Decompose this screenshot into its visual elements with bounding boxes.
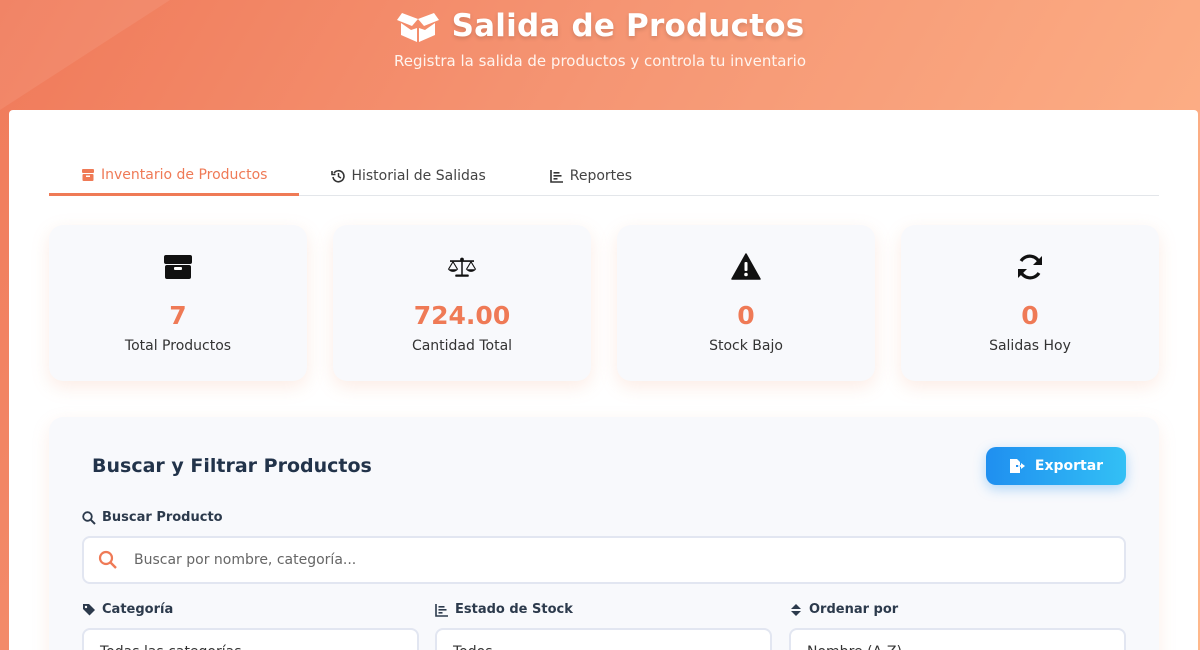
tab-historial[interactable]: Historial de Salidas	[299, 156, 517, 196]
history-icon	[331, 169, 346, 183]
balance-scale-icon	[447, 257, 477, 277]
stat-cantidad-total: 724.00 Cantidad Total	[333, 225, 591, 381]
chart-icon	[549, 170, 563, 183]
file-export-icon	[1009, 459, 1025, 473]
search-input[interactable]	[134, 552, 1034, 568]
filter-panel-title: Buscar y Filtrar Productos	[92, 455, 372, 477]
sort-icon	[791, 603, 801, 616]
page-title: Salida de Productos	[451, 8, 805, 44]
warning-icon	[731, 253, 761, 280]
tab-bar: Inventario de Productos Historial de Sal…	[49, 156, 1159, 196]
stat-label: Cantidad Total	[411, 338, 513, 354]
tab-inventario[interactable]: Inventario de Productos	[49, 156, 300, 196]
export-button-label: Exportar	[1034, 458, 1104, 474]
tab-label: Reportes	[569, 168, 633, 184]
sort-select[interactable]: Nombre (A-Z)	[789, 628, 1126, 650]
sort-label-text: Ordenar por	[809, 602, 899, 617]
tags-icon	[83, 603, 95, 615]
refresh-icon	[1018, 254, 1042, 280]
stat-salidas-hoy: 0 Salidas Hoy	[901, 225, 1159, 381]
box-icon	[164, 255, 192, 279]
search-label: Buscar Producto	[82, 510, 223, 525]
box-icon	[82, 168, 94, 181]
category-select[interactable]: Todas las categorías	[82, 628, 419, 650]
search-label-text: Buscar Producto	[102, 510, 223, 525]
stat-value: 7	[169, 301, 187, 330]
search-icon	[98, 550, 117, 569]
main-card: Inventario de Productos Historial de Sal…	[9, 110, 1198, 650]
page-subtitle: Registra la salida de productos y contro…	[393, 52, 807, 70]
chart-icon	[435, 603, 448, 617]
stat-total-productos: 7 Total Productos	[49, 225, 307, 381]
stat-label: Total Productos	[124, 338, 232, 354]
tab-label: Inventario de Productos	[101, 166, 268, 183]
category-label-text: Categoría	[102, 602, 174, 617]
stat-label: Salidas Hoy	[989, 338, 1071, 354]
stat-value: 0	[1021, 301, 1039, 330]
sort-label: Ordenar por	[789, 602, 898, 617]
stat-value: 0	[737, 301, 755, 330]
stat-label: Stock Bajo	[709, 338, 783, 354]
stat-value: 724.00	[413, 301, 511, 330]
tab-label: Historial de Salidas	[351, 168, 486, 184]
export-button[interactable]: Exportar	[986, 447, 1126, 485]
stat-stock-bajo: 0 Stock Bajo	[617, 225, 875, 381]
stock-select[interactable]: Todos	[435, 628, 772, 650]
stock-label-text: Estado de Stock	[455, 602, 573, 617]
box-open-icon	[396, 13, 439, 42]
tab-reportes[interactable]: Reportes	[518, 156, 664, 196]
category-label: Categoría	[82, 602, 173, 617]
filter-panel: Buscar y Filtrar Productos Exportar Busc…	[49, 417, 1159, 650]
stock-label: Estado de Stock	[435, 602, 573, 617]
search-box[interactable]	[82, 536, 1126, 584]
page-header: Salida de Productos Registra la salida d…	[0, 0, 1200, 110]
search-icon	[82, 510, 96, 525]
stats-row: 7 Total Productos 724.00 Cantidad Total	[49, 225, 1159, 381]
